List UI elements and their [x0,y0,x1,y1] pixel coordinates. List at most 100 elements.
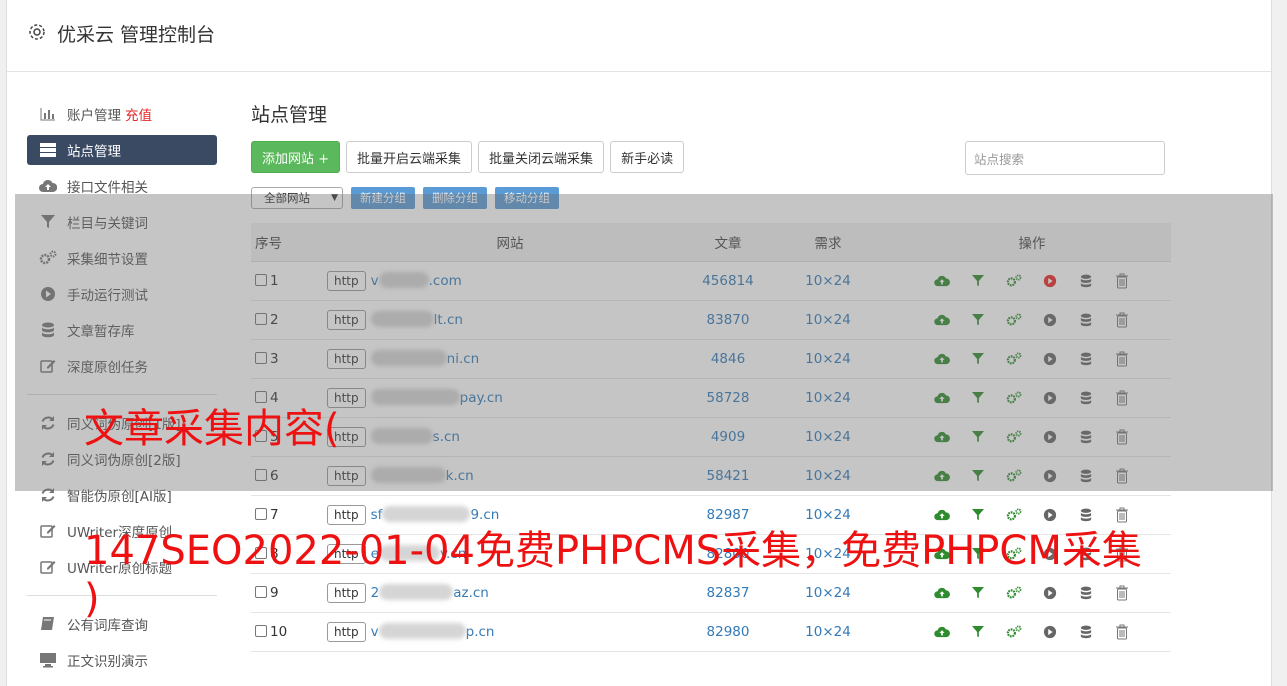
row-demand[interactable]: 10×24 [763,456,893,496]
site-link[interactable]: ni.cn [370,349,479,367]
group-select[interactable]: 全部网站 ▼ [251,187,343,209]
gears-icon[interactable] [1005,467,1023,485]
sidebar-item-a6[interactable]: 文章暂存库 [27,312,217,348]
trash-icon[interactable] [1113,467,1131,485]
site-search-input[interactable]: 站点搜索 [965,141,1165,175]
gears-icon[interactable] [1005,584,1023,602]
database-icon[interactable] [1077,467,1095,485]
row-articles[interactable]: 58728 [693,378,763,418]
database-icon[interactable] [1077,311,1095,329]
row-articles[interactable]: 4909 [693,417,763,457]
cloud-upload-icon[interactable] [933,467,951,485]
filter-icon[interactable] [969,428,987,446]
play-circle-icon[interactable] [1041,584,1059,602]
gears-icon[interactable] [1005,311,1023,329]
batch-open-button[interactable]: 批量开启云端采集 [346,141,473,173]
play-circle-icon[interactable] [1041,467,1059,485]
row-checkbox[interactable] [255,351,267,364]
cloud-upload-icon[interactable] [933,623,951,641]
site-link[interactable]: s.cn [370,427,460,445]
database-icon[interactable] [1077,389,1095,407]
add-site-button[interactable]: 添加网站 + [251,141,341,173]
sidebar-item-a2[interactable]: 接口文件相关 [27,168,217,204]
site-link[interactable]: k.cn [370,466,474,484]
sidebar-item-a5[interactable]: 手动运行测试 [27,276,217,312]
row-articles[interactable]: 4846 [693,339,763,379]
site-link[interactable]: v p.cn [371,622,494,640]
row-demand[interactable]: 10×24 [763,612,893,652]
row-articles[interactable]: 83870 [693,300,763,340]
site-link[interactable]: lt.cn [370,310,463,328]
play-circle-icon[interactable] [1041,350,1059,368]
play-circle-icon[interactable] [1041,623,1059,641]
sidebar-item-c0[interactable]: 公有词库查询 [27,606,217,642]
row-articles[interactable]: 82837 [693,573,763,613]
filter-icon[interactable] [969,311,987,329]
row-demand[interactable]: 10×24 [763,261,893,301]
filter-icon[interactable] [969,389,987,407]
trash-icon[interactable] [1113,584,1131,602]
site-link[interactable]: 2 az.cn [371,583,489,601]
trash-icon[interactable] [1113,350,1131,368]
move-group-button[interactable]: 移动分组 [495,187,559,209]
database-icon[interactable] [1077,350,1095,368]
gears-icon[interactable] [1005,272,1023,290]
new-group-button[interactable]: 新建分组 [351,187,415,209]
sidebar-item-a1[interactable]: 站点管理 [27,135,217,165]
trash-icon[interactable] [1113,428,1131,446]
row-checkbox[interactable] [255,468,267,481]
sidebar-item-a4[interactable]: 采集细节设置 [27,240,217,276]
sidebar-item-c1[interactable]: 正文识别演示 [27,642,217,678]
filter-icon[interactable] [969,350,987,368]
cloud-upload-icon[interactable] [933,272,951,290]
gears-icon[interactable] [1005,428,1023,446]
delete-group-button[interactable]: 删除分组 [423,187,487,209]
row-articles[interactable]: 456814 [693,261,763,301]
recharge-link[interactable]: 充值 [125,104,152,124]
row-demand[interactable]: 10×24 [763,417,893,457]
trash-icon[interactable] [1113,311,1131,329]
gears-icon[interactable] [1005,623,1023,641]
cloud-upload-icon[interactable] [933,584,951,602]
sidebar-item-a3[interactable]: 栏目与关键词 [27,204,217,240]
row-demand[interactable]: 10×24 [763,300,893,340]
database-icon[interactable] [1077,623,1095,641]
cloud-upload-icon[interactable] [933,350,951,368]
play-circle-icon[interactable] [1041,428,1059,446]
cloud-upload-icon[interactable] [933,311,951,329]
play-circle-icon[interactable] [1041,389,1059,407]
sidebar-item-a0[interactable]: 账户管理 充值 [27,96,217,132]
cloud-upload-icon[interactable] [933,389,951,407]
row-demand[interactable]: 10×24 [763,573,893,613]
trash-icon[interactable] [1113,389,1131,407]
play-circle-icon[interactable] [1041,311,1059,329]
row-articles[interactable]: 58421 [693,456,763,496]
batch-close-button[interactable]: 批量关闭云端采集 [478,141,605,173]
database-icon[interactable] [1077,272,1095,290]
database-icon[interactable] [1077,428,1095,446]
row-articles[interactable]: 82980 [693,612,763,652]
sidebar-item-b2[interactable]: 智能伪原创[AI版] [27,477,217,513]
row-checkbox[interactable] [255,312,267,325]
protocol-badge: http [327,465,366,486]
trash-icon[interactable] [1113,623,1131,641]
site-link[interactable]: v .com [371,271,462,289]
trash-icon[interactable] [1113,272,1131,290]
filter-icon[interactable] [969,272,987,290]
filter-icon[interactable] [969,584,987,602]
filter-icon[interactable] [969,623,987,641]
site-link[interactable]: pay.cn [370,388,503,406]
row-checkbox[interactable] [255,273,267,286]
newbie-guide-button[interactable]: 新手必读 [610,141,685,173]
play-circle-icon[interactable] [1041,272,1059,290]
row-demand[interactable]: 10×24 [763,339,893,379]
database-icon[interactable] [1077,584,1095,602]
row-checkbox[interactable] [255,624,267,637]
gears-icon[interactable] [1005,350,1023,368]
filter-icon[interactable] [969,467,987,485]
row-checkbox[interactable] [255,585,267,598]
row-demand[interactable]: 10×24 [763,378,893,418]
sidebar-item-a7[interactable]: 深度原创任务 [27,348,217,384]
cloud-upload-icon[interactable] [933,428,951,446]
gears-icon[interactable] [1005,389,1023,407]
